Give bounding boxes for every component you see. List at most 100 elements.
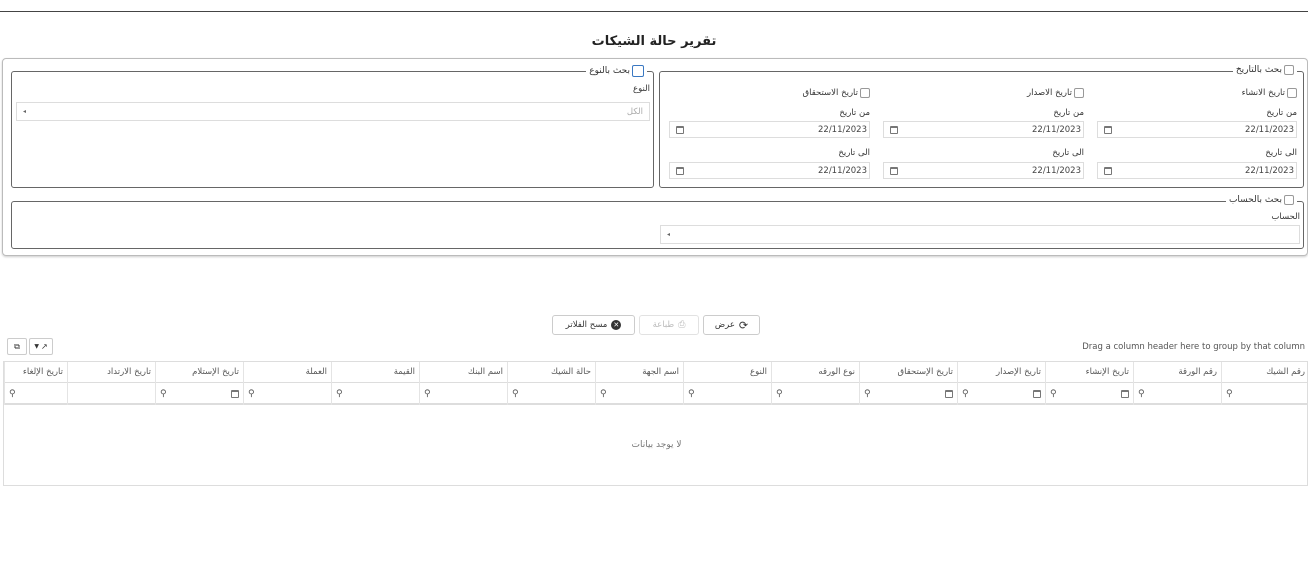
chevron-down-icon[interactable]: ◂ [23,108,26,115]
column-header[interactable]: اسم الجهة [595,362,683,383]
column-header[interactable]: العملة [243,362,331,383]
column-header[interactable]: تاريخ الإنشاء [1045,362,1133,383]
column-header[interactable]: القيمة [331,362,419,383]
search-icon[interactable]: ⚲ [336,389,343,399]
column-header[interactable]: تاريخ الارتداد [67,362,155,383]
column-header[interactable]: حالة الشيك [507,362,595,383]
type-search-group: بحث بالنوع النوع ◂ الكل [11,65,654,188]
clear-filters-button[interactable]: ✕ مسح الفلاتر [552,315,635,335]
calendar-icon[interactable] [1104,166,1112,175]
calendar-icon[interactable] [676,125,684,134]
calendar-icon[interactable] [1104,125,1112,134]
account-search-legend[interactable]: بحث بالحساب [1225,195,1297,205]
grid-header-row: رقم الشيك رقم الورقة تاريخ الإنشاء تاريخ… [4,362,1308,383]
search-icon[interactable]: ⚲ [9,389,16,399]
issue-from-label: من تاريخ [1053,108,1084,118]
filter-cell[interactable]: ⚲ [859,383,957,405]
type-label: النوع [633,84,650,94]
show-button[interactable]: ⟳ عرض [703,315,760,335]
column-header[interactable]: تاريخ الإستلام [155,362,243,383]
column-header[interactable]: تاريخ الإصدار [957,362,1045,383]
type-search-checkbox[interactable] [632,65,644,77]
filter-cell[interactable]: ⚲ [1133,383,1221,405]
column-header[interactable]: النوع [683,362,771,383]
search-icon[interactable]: ⚲ [600,389,607,399]
search-icon[interactable]: ⚲ [424,389,431,399]
issue-to-date[interactable]: 22/11/2023 [883,162,1084,179]
date-search-group: بحث بالتاريخ تاريخ الانشاء من تاريخ 22/1… [659,65,1304,188]
created-to-label: الى تاريخ [1265,148,1297,158]
column-header[interactable]: تاريخ الإلغاء [4,362,67,383]
chevron-down-icon: ▼ [34,343,39,350]
search-icon[interactable]: ⚲ [1050,389,1057,399]
share-icon: ↗ [40,342,48,351]
created-to-date[interactable]: 22/11/2023 [1097,162,1297,179]
search-icon[interactable]: ⚲ [1226,389,1233,399]
filter-cell[interactable]: ⚲ [507,383,595,405]
export-button[interactable]: ⧉ [7,338,27,355]
filter-cell[interactable]: ⚲ [683,383,771,405]
account-select[interactable]: ◂ [660,225,1300,244]
filter-cell[interactable] [67,383,155,405]
filters-panel: بحث بالتاريخ تاريخ الانشاء من تاريخ 22/1… [2,58,1308,256]
calendar-icon[interactable] [890,166,898,175]
calendar-icon[interactable] [1121,390,1129,398]
search-icon[interactable]: ⚲ [962,389,969,399]
issue-date-toggle[interactable]: تاريخ الاصدار [1027,88,1084,98]
chevron-down-icon[interactable]: ◂ [667,231,670,238]
filter-cell[interactable]: ⚲ [957,383,1045,405]
due-date-checkbox[interactable] [860,88,870,98]
column-header[interactable]: تاريخ الإستحقاق [859,362,957,383]
search-icon[interactable]: ⚲ [512,389,519,399]
refresh-icon: ⟳ [738,318,749,332]
date-search-legend[interactable]: بحث بالتاريخ [1232,65,1297,75]
calendar-icon[interactable] [945,390,953,398]
due-to-date[interactable]: 22/11/2023 [669,162,870,179]
created-date-checkbox[interactable] [1287,88,1297,98]
group-panel-hint: Drag a column header here to group by th… [1082,342,1305,352]
issue-to-label: الى تاريخ [1052,148,1084,158]
created-from-date[interactable]: 22/11/2023 [1097,121,1297,138]
filter-cell[interactable]: ⚲ [771,383,859,405]
filter-cell[interactable]: ⚲ [595,383,683,405]
calendar-icon[interactable] [231,390,239,398]
account-search-checkbox[interactable] [1284,195,1294,205]
search-icon[interactable]: ⚲ [1138,389,1145,399]
export-menu-button[interactable]: ▼ ↗ [29,338,53,355]
column-header[interactable]: اسم البنك [419,362,507,383]
filter-cell[interactable]: ⚲ [4,383,67,405]
print-icon: ⎙ [678,320,686,330]
filter-cell[interactable]: ⚲ [155,383,243,405]
created-from-label: من تاريخ [1266,108,1297,118]
grid-empty-message: لا يوجد بيانات [631,440,682,450]
search-icon[interactable]: ⚲ [776,389,783,399]
due-from-date[interactable]: 22/11/2023 [669,121,870,138]
filter-cell[interactable]: ⚲ [1221,383,1308,405]
close-circle-icon: ✕ [611,320,622,330]
type-search-legend[interactable]: بحث بالنوع [586,65,647,77]
print-button[interactable]: ⎙ طباعة [639,315,699,335]
date-search-checkbox[interactable] [1284,65,1294,75]
search-icon[interactable]: ⚲ [160,389,167,399]
column-header[interactable]: رقم الشيك [1221,362,1308,383]
column-header[interactable]: نوع الورقه [771,362,859,383]
created-date-toggle[interactable]: تاريخ الانشاء [1242,88,1297,98]
filter-cell[interactable]: ⚲ [243,383,331,405]
column-header[interactable]: رقم الورقة [1133,362,1221,383]
issue-from-date[interactable]: 22/11/2023 [883,121,1084,138]
type-select[interactable]: ◂ الكل [16,102,650,121]
search-icon[interactable]: ⚲ [864,389,871,399]
search-icon[interactable]: ⚲ [688,389,695,399]
top-divider [0,11,1308,12]
calendar-icon[interactable] [676,166,684,175]
cheques-grid: رقم الشيك رقم الورقة تاريخ الإنشاء تاريخ… [3,361,1308,486]
issue-date-checkbox[interactable] [1074,88,1084,98]
filter-cell[interactable]: ⚲ [331,383,419,405]
due-to-label: الى تاريخ [838,148,870,158]
calendar-icon[interactable] [1033,390,1041,398]
due-date-toggle[interactable]: تاريخ الاستحقاق [803,88,870,98]
filter-cell[interactable]: ⚲ [1045,383,1133,405]
calendar-icon[interactable] [890,125,898,134]
search-icon[interactable]: ⚲ [248,389,255,399]
filter-cell[interactable]: ⚲ [419,383,507,405]
